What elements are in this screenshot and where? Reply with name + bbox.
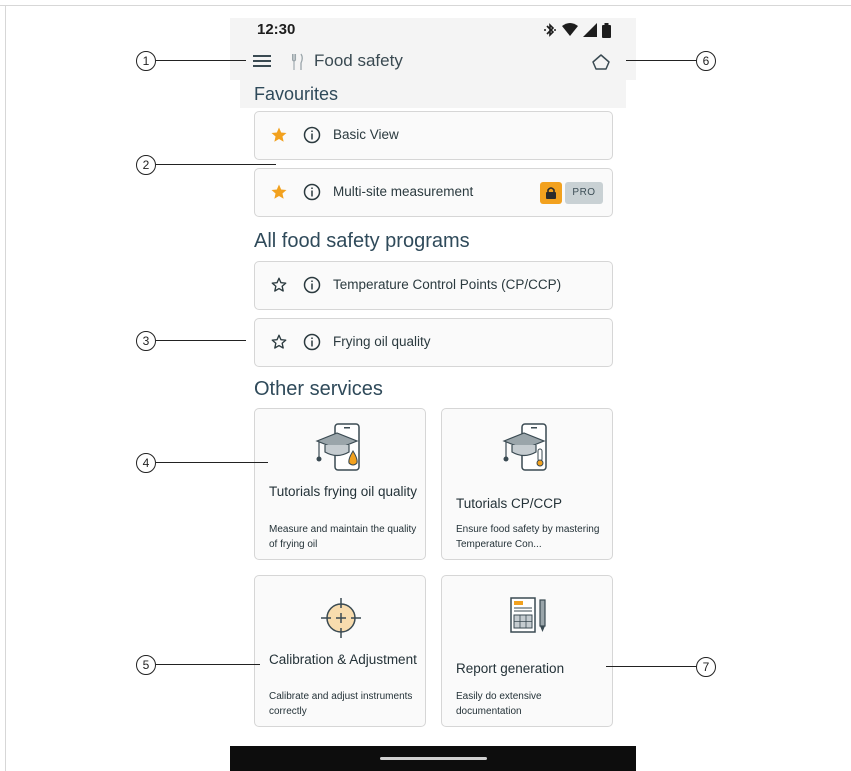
- info-icon[interactable]: [303, 183, 321, 201]
- callout-leader-line: [156, 462, 268, 464]
- service-title: Tutorials CP/CCP: [456, 496, 563, 511]
- programs-heading: All food safety programs: [254, 230, 470, 252]
- info-icon[interactable]: [303, 126, 321, 144]
- favourites-heading: Favourites: [254, 84, 339, 104]
- callout-number: 6: [696, 51, 716, 71]
- service-description: Measure and maintain the quality of fryi…: [269, 524, 417, 550]
- fork-knife-icon: [292, 53, 303, 70]
- callout-number: 7: [696, 657, 716, 677]
- info-icon[interactable]: [303, 276, 321, 294]
- home-gesture-handle[interactable]: [380, 757, 487, 760]
- callout-number: 1: [136, 51, 156, 71]
- callout-number: 3: [136, 331, 156, 351]
- service-title: Calibration & Adjustment: [269, 652, 417, 667]
- home-icon[interactable]: [590, 51, 612, 73]
- callout-leader-line: [156, 664, 260, 666]
- callout-leader-line: [606, 666, 696, 668]
- callout-leader-line: [156, 60, 246, 62]
- callout-leader-line: [156, 164, 276, 166]
- status-time: 12:30: [257, 21, 296, 38]
- favourite-card-basic-view[interactable]: Basic View: [254, 111, 613, 160]
- service-description: Calibrate and adjust instruments correct…: [269, 691, 413, 717]
- battery-icon: [602, 22, 611, 38]
- callout-number: 4: [136, 453, 156, 473]
- figure-border-top: [0, 5, 851, 6]
- callout-number: 5: [136, 655, 156, 675]
- callout-leader-line: [156, 340, 246, 342]
- phone-graduation-cap-thermometer-icon: [442, 421, 614, 482]
- status-bar: 12:30: [230, 18, 636, 44]
- program-card-frying-oil[interactable]: Frying oil quality: [254, 318, 613, 367]
- android-navigation-bar: [230, 746, 636, 771]
- star-filled-icon[interactable]: [270, 183, 288, 201]
- service-title: Report generation: [456, 661, 565, 676]
- wifi-icon: [562, 23, 578, 36]
- bluetooth-icon: [544, 23, 556, 37]
- favourite-card-multi-site[interactable]: Multi-site measurement PRO: [254, 168, 613, 217]
- service-card-report-generation[interactable]: Report generation Easily do extensive do…: [441, 575, 613, 727]
- app-title: Food safety: [314, 51, 403, 70]
- program-label: Basic View: [333, 127, 399, 142]
- lock-icon: [546, 187, 556, 199]
- service-description: Easily do extensive documentation: [456, 691, 542, 717]
- app-bar: Food safety: [230, 44, 636, 80]
- service-card-tutorials-cp-ccp[interactable]: Tutorials CP/CCP Ensure food safety by m…: [441, 408, 613, 560]
- callout-number: 2: [136, 155, 156, 175]
- program-label: Temperature Control Points (CP/CCP): [333, 277, 562, 292]
- program-label: Multi-site measurement: [333, 184, 474, 199]
- hamburger-menu-icon[interactable]: [253, 53, 273, 69]
- phone-screen: 12:30 Food safety Favourites Basic View …: [230, 18, 636, 771]
- star-outline-icon[interactable]: [270, 333, 288, 351]
- status-icons: [543, 22, 611, 38]
- phone-graduation-cap-oil-drop-icon: [255, 421, 427, 482]
- crosshair-target-icon: [255, 596, 427, 645]
- service-title: Tutorials frying oil quality: [269, 484, 418, 499]
- services-heading: Other services: [254, 378, 383, 400]
- lock-badge: [540, 182, 562, 204]
- service-card-calibration[interactable]: Calibration & Adjustment Calibrate and a…: [254, 575, 426, 727]
- star-filled-icon[interactable]: [270, 126, 288, 144]
- program-card-temperature-control[interactable]: Temperature Control Points (CP/CCP): [254, 261, 613, 310]
- figure-border-left: [5, 5, 6, 771]
- signal-icon: [583, 23, 597, 37]
- service-description: Ensure food safety by mastering Temperat…: [456, 524, 600, 550]
- star-outline-icon[interactable]: [270, 276, 288, 294]
- info-icon[interactable]: [303, 333, 321, 351]
- service-card-tutorials-frying-oil[interactable]: Tutorials frying oil quality Measure and…: [254, 408, 426, 560]
- program-label: Frying oil quality: [333, 334, 431, 349]
- callout-leader-line: [626, 60, 696, 62]
- report-document-pen-icon: [442, 594, 614, 643]
- pro-badge: PRO: [565, 182, 603, 204]
